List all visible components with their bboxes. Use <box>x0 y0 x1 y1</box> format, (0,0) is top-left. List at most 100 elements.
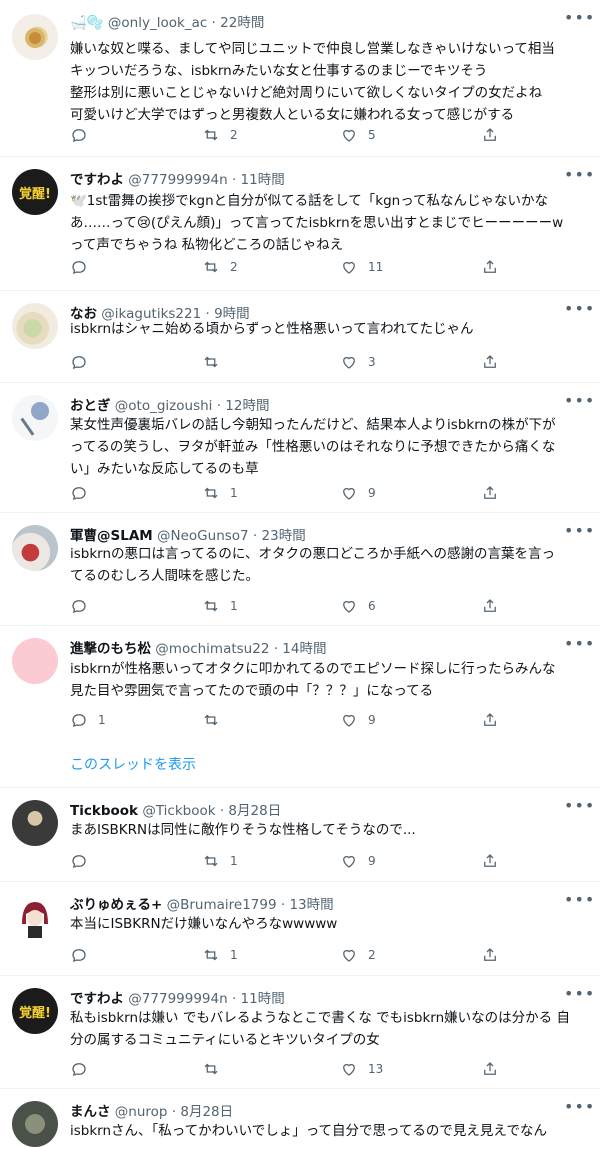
avatar[interactable]: 覚醒! <box>12 169 58 215</box>
retweet-button[interactable] <box>202 709 230 731</box>
reply-button[interactable] <box>70 595 98 617</box>
retweet-button[interactable]: 1 <box>202 944 238 966</box>
handle[interactable]: @nurop <box>115 1104 168 1120</box>
like-button[interactable]: 5 <box>340 124 376 146</box>
tweet-line: キッついだろうな、isbkrnみたいな女と仕事するのまじーでキツそう <box>70 63 488 79</box>
like-button[interactable]: 3 <box>340 351 376 373</box>
share-button[interactable] <box>481 124 499 146</box>
tweet-text: isbkrnさん、「私ってかわいいでしょ」って自分で思ってるので見え見えでなん <box>70 1120 586 1142</box>
more-icon[interactable]: ••• <box>564 1099 594 1117</box>
more-icon[interactable]: ••• <box>564 986 594 1004</box>
tweet[interactable]: 覚醒! ですわよ @777999994n · 11時間 ••• 🕊️1st雷舞の… <box>0 157 600 291</box>
like-button[interactable]: 13 <box>340 1058 383 1080</box>
show-thread-link[interactable]: このスレッドを表示 <box>70 754 196 774</box>
share-button[interactable] <box>481 944 499 966</box>
more-icon[interactable]: ••• <box>564 892 594 910</box>
retweet-button[interactable]: 1 <box>202 482 238 504</box>
avatar[interactable] <box>12 395 58 441</box>
tweet[interactable]: ぶりゅめぇる+ @Brumaire1799 · 13時間 ••• 本当にISBK… <box>0 882 600 976</box>
share-icon <box>484 486 496 499</box>
avatar[interactable] <box>12 303 58 349</box>
more-icon[interactable]: ••• <box>564 523 594 541</box>
more-icon[interactable]: ••• <box>564 636 594 654</box>
more-icon[interactable]: ••• <box>564 798 594 816</box>
timestamp[interactable]: 23時間 <box>262 528 306 544</box>
like-button[interactable]: 2 <box>340 944 376 966</box>
handle[interactable]: @777999994n <box>128 172 227 188</box>
avatar[interactable] <box>12 1101 58 1147</box>
tweet-text: 某女性声優裏垢バレの話し今朝知ったんだけど、結果本人よりisbkrnの株が下が … <box>70 414 586 480</box>
share-button[interactable] <box>481 351 499 373</box>
handle[interactable]: @oto_gizoushi <box>115 398 213 414</box>
timestamp[interactable]: 22時間 <box>220 15 264 31</box>
like-count: 5 <box>368 128 376 142</box>
avatar[interactable] <box>12 525 58 571</box>
timestamp[interactable]: 8月28日 <box>180 1104 233 1120</box>
more-icon[interactable]: ••• <box>564 301 594 319</box>
tweet[interactable]: なお @ikagutiks221 · 9時間 ••• isbkrnはシャニ始める… <box>0 291 600 383</box>
handle[interactable]: @only_look_ac <box>108 15 207 31</box>
like-button[interactable]: 9 <box>340 850 376 872</box>
tweet[interactable]: 覚醒! ですわよ @777999994n · 11時間 ••• 私もisbkrn… <box>0 976 600 1089</box>
display-name[interactable]: ですわよ <box>70 172 124 188</box>
timestamp[interactable]: 8月28日 <box>228 803 281 819</box>
retweet-button[interactable]: 2 <box>202 124 238 146</box>
handle[interactable]: @Brumaire1799 <box>167 897 277 913</box>
share-button[interactable] <box>481 482 499 504</box>
avatar[interactable] <box>12 894 58 940</box>
more-icon[interactable]: ••• <box>564 10 594 28</box>
timestamp[interactable]: 12時間 <box>225 398 269 414</box>
display-name[interactable]: Tickbook <box>70 803 138 819</box>
reply-button[interactable]: 1 <box>70 709 106 731</box>
handle[interactable]: @mochimatsu22 <box>155 641 269 657</box>
timestamp[interactable]: 11時間 <box>241 991 285 1007</box>
share-button[interactable] <box>481 709 499 731</box>
reply-button[interactable] <box>70 124 98 146</box>
display-name[interactable]: 軍曹@SLAM <box>70 528 153 544</box>
reply-button[interactable] <box>70 256 98 278</box>
display-name[interactable]: まんさ <box>70 1104 111 1120</box>
reply-button[interactable] <box>70 944 98 966</box>
tweet[interactable]: 🛁🫧 @only_look_ac · 22時間 ••• 嫌いな奴と喋る、ましてや… <box>0 0 600 157</box>
tweet[interactable]: 軍曹@SLAM @NeoGunso7 · 23時間 ••• isbkrnの悪口は… <box>0 513 600 626</box>
handle[interactable]: @Tickbook <box>142 803 215 819</box>
display-name[interactable]: 🛁🫧 <box>70 15 104 31</box>
timestamp[interactable]: 14時間 <box>282 641 326 657</box>
reply-button[interactable] <box>70 850 98 872</box>
display-name[interactable]: 進撃のもち松 <box>70 641 151 657</box>
avatar[interactable] <box>12 800 58 846</box>
avatar[interactable] <box>12 638 58 684</box>
tweet[interactable]: おとぎ @oto_gizoushi · 12時間 ••• 某女性声優裏垢バレの話… <box>0 383 600 513</box>
avatar[interactable] <box>12 14 58 60</box>
display-name[interactable]: おとぎ <box>70 398 111 414</box>
retweet-button[interactable]: 2 <box>202 256 238 278</box>
handle[interactable]: @777999994n <box>128 991 227 1007</box>
like-button[interactable]: 9 <box>340 482 376 504</box>
share-button[interactable] <box>481 1058 499 1080</box>
tweet[interactable]: 進撃のもち松 @mochimatsu22 · 14時間 ••• isbkrnが性… <box>0 626 600 788</box>
like-button[interactable]: 9 <box>340 709 376 731</box>
display-name[interactable]: ですわよ <box>70 991 124 1007</box>
reply-button[interactable] <box>70 1058 98 1080</box>
share-button[interactable] <box>481 256 499 278</box>
retweet-button[interactable]: 1 <box>202 850 238 872</box>
timestamp[interactable]: 11時間 <box>241 172 285 188</box>
like-button[interactable]: 6 <box>340 595 376 617</box>
heart-icon <box>343 487 355 500</box>
more-icon[interactable]: ••• <box>564 393 594 411</box>
timestamp[interactable]: 13時間 <box>289 897 333 913</box>
share-button[interactable] <box>481 850 499 872</box>
reply-button[interactable] <box>70 351 98 373</box>
more-icon[interactable]: ••• <box>564 167 594 185</box>
retweet-button[interactable] <box>202 351 230 373</box>
tweet[interactable]: Tickbook @Tickbook · 8月28日 ••• まあISBKRNは… <box>0 788 600 882</box>
reply-button[interactable] <box>70 482 98 504</box>
retweet-button[interactable]: 1 <box>202 595 238 617</box>
like-button[interactable]: 11 <box>340 256 383 278</box>
handle[interactable]: @NeoGunso7 <box>157 528 249 544</box>
tweet[interactable]: まんさ @nurop · 8月28日 ••• isbkrnさん、「私ってかわいい… <box>0 1089 600 1149</box>
share-button[interactable] <box>481 595 499 617</box>
display-name[interactable]: ぶりゅめぇる+ <box>70 897 162 913</box>
avatar[interactable]: 覚醒! <box>12 988 58 1034</box>
retweet-button[interactable] <box>202 1058 230 1080</box>
